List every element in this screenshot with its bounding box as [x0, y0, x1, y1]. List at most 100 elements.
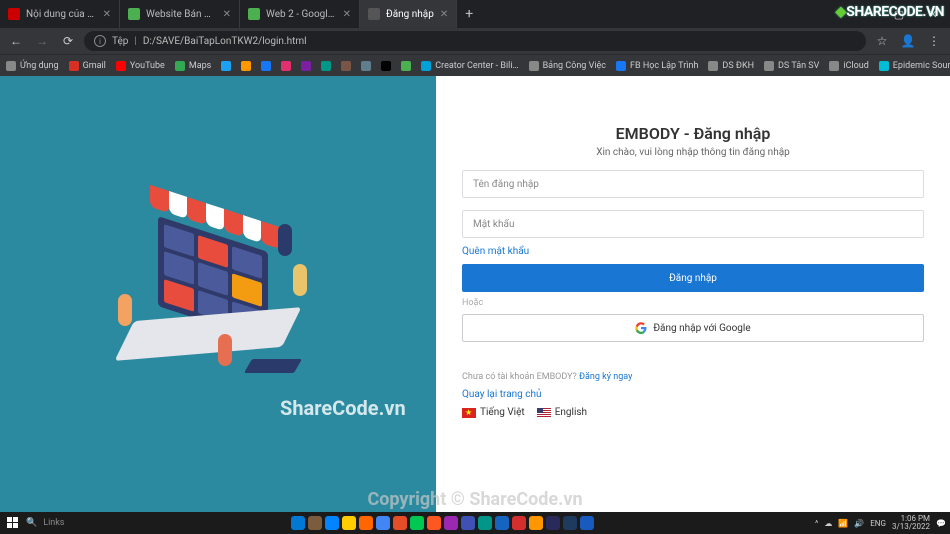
page-title: EMBODY - Đăng nhập [462, 124, 924, 143]
close-icon[interactable]: ✕ [223, 9, 231, 20]
bookmark-item[interactable] [341, 61, 351, 71]
star-button[interactable]: ☆ [872, 31, 892, 51]
taskbar-app-icon[interactable] [308, 516, 322, 530]
taskbar-clock[interactable]: 1:06 PM 3/13/2022 [892, 515, 930, 531]
bookmark-item[interactable]: Gmail [69, 61, 106, 71]
bookmark-item[interactable]: Maps [175, 61, 211, 71]
password-input[interactable] [462, 210, 924, 238]
login-illustration-panel: ShareCode.vn [0, 76, 436, 512]
site-icon [128, 8, 140, 20]
bookmark-item[interactable]: FB Học Lập Trình [616, 61, 698, 71]
bookmark-item[interactable] [301, 61, 311, 71]
forward-button[interactable]: → [32, 31, 52, 51]
page-content: ◆SHARECODE.VN ShareCode.vn EMBODY - Đăng… [0, 76, 950, 512]
system-tray[interactable]: ^ ☁ 📶 🔊 ENG 1:06 PM 3/13/2022 💬 [815, 515, 946, 531]
menu-button[interactable]: ⋮ [924, 31, 944, 51]
start-button[interactable] [4, 514, 22, 532]
google-icon [635, 322, 647, 334]
new-tab-button[interactable]: + [457, 0, 481, 28]
browser-tab[interactable]: Website Bán Mỹ Phẩm, Có Trang ✕ [120, 0, 240, 28]
url-field[interactable]: i Tệp | D:/SAVE/BaiTapLonTKW2/login.html [84, 31, 866, 51]
bookmark-item[interactable] [221, 61, 231, 71]
taskbar-search[interactable]: 🔍 Links [26, 518, 76, 528]
taskbar-app-icon[interactable] [410, 516, 424, 530]
forgot-password-link[interactable]: Quên mật khẩu [462, 246, 529, 257]
bookmarks-bar: Ứng dụng Gmail YouTube Maps Creator Cent… [0, 54, 950, 76]
bookmark-item[interactable] [241, 61, 251, 71]
bookmark-item[interactable] [321, 61, 331, 71]
language-switcher: ★ Tiếng Việt English [462, 407, 924, 418]
bookmark-item[interactable]: Creator Center - Bili… [421, 61, 518, 71]
login-form-panel: EMBODY - Đăng nhập Xin chào, vui lòng nh… [436, 76, 950, 512]
bookmark-item[interactable]: Epidemic Sound [879, 61, 950, 71]
google-login-button[interactable]: Đăng nhập với Google [462, 314, 924, 342]
watermark-center: ShareCode.vn [280, 396, 406, 420]
tab-label: Web 2 - Google Drive [266, 9, 337, 20]
bookmark-item[interactable] [401, 61, 411, 71]
bookmark-item[interactable]: Bảng Công Việc [529, 61, 606, 71]
browser-tabstrip: Nội dung của kênh - YouTube St ✕ Website… [0, 0, 950, 28]
close-icon[interactable]: ✕ [103, 9, 111, 20]
taskbar-app-icon[interactable] [529, 516, 543, 530]
taskbar-app-icon[interactable] [580, 516, 594, 530]
close-icon[interactable]: ✕ [440, 9, 448, 20]
taskbar-app-icon[interactable] [563, 516, 577, 530]
youtube-icon [8, 8, 20, 20]
tab-label: Website Bán Mỹ Phẩm, Có Trang [146, 9, 217, 20]
signup-prompt: Chưa có tài khoản EMBODY? Đăng ký ngay [462, 372, 924, 382]
bookmark-item[interactable]: YouTube [116, 61, 165, 71]
vietnam-flag-icon: ★ [462, 408, 476, 418]
lang-en[interactable]: English [537, 407, 587, 418]
url-text: D:/SAVE/BaiTapLonTKW2/login.html [143, 36, 307, 47]
browser-tab-active[interactable]: Đăng nhập ✕ [360, 0, 457, 28]
taskbar-app-icon[interactable] [478, 516, 492, 530]
bookmark-item[interactable]: DS Tân SV [764, 61, 819, 71]
us-flag-icon [537, 408, 551, 418]
address-bar: ← → ⟳ i Tệp | D:/SAVE/BaiTapLonTKW2/logi… [0, 28, 950, 54]
url-prefix: Tệp [112, 36, 128, 47]
browser-tab[interactable]: Web 2 - Google Drive ✕ [240, 0, 360, 28]
taskbar-app-icon[interactable] [495, 516, 509, 530]
bookmark-item[interactable]: DS ĐKH [708, 61, 754, 71]
taskbar-app-icon[interactable] [461, 516, 475, 530]
notifications-icon[interactable]: 💬 [936, 519, 946, 528]
taskbar-app-icon[interactable] [325, 516, 339, 530]
volume-icon[interactable]: 🔊 [854, 519, 864, 528]
tray-chevron-icon[interactable]: ^ [815, 519, 818, 528]
taskbar-app-icon[interactable] [427, 516, 441, 530]
back-button[interactable]: ← [6, 31, 26, 51]
onedrive-icon[interactable]: ☁ [824, 519, 832, 528]
watermark-logo: ◆SHARECODE.VN [835, 4, 944, 20]
bookmark-item[interactable] [381, 61, 391, 71]
taskbar-app-icon[interactable] [342, 516, 356, 530]
browser-tab[interactable]: Nội dung của kênh - YouTube St ✕ [0, 0, 120, 28]
taskbar-apps [291, 516, 594, 530]
wifi-icon[interactable]: 📶 [838, 519, 848, 528]
taskbar-app-icon[interactable] [546, 516, 560, 530]
google-login-label: Đăng nhập với Google [653, 323, 750, 334]
reload-button[interactable]: ⟳ [58, 31, 78, 51]
bookmark-item[interactable] [361, 61, 371, 71]
info-icon[interactable]: i [94, 35, 106, 47]
taskbar-app-icon[interactable] [393, 516, 407, 530]
taskbar-app-icon[interactable] [512, 516, 526, 530]
taskbar-app-icon[interactable] [291, 516, 305, 530]
apps-button[interactable]: Ứng dụng [6, 61, 59, 71]
bookmark-item[interactable] [281, 61, 291, 71]
language-indicator[interactable]: ENG [870, 519, 886, 528]
signup-link[interactable]: Đăng ký ngay [579, 372, 632, 382]
taskbar-app-icon[interactable] [444, 516, 458, 530]
username-input[interactable] [462, 170, 924, 198]
back-home-link[interactable]: Quay lại trang chủ [462, 389, 542, 400]
lang-vi[interactable]: ★ Tiếng Việt [462, 407, 525, 418]
taskbar-app-icon[interactable] [359, 516, 373, 530]
login-button[interactable]: Đăng nhập [462, 264, 924, 292]
tab-label: Đăng nhập [386, 9, 434, 20]
or-divider: Hoặc [462, 298, 924, 308]
bookmark-item[interactable]: iCloud [829, 61, 868, 71]
close-icon[interactable]: ✕ [343, 9, 351, 20]
page-icon [368, 8, 380, 20]
profile-button[interactable]: 👤 [898, 31, 918, 51]
taskbar-app-icon[interactable] [376, 516, 390, 530]
bookmark-item[interactable] [261, 61, 271, 71]
